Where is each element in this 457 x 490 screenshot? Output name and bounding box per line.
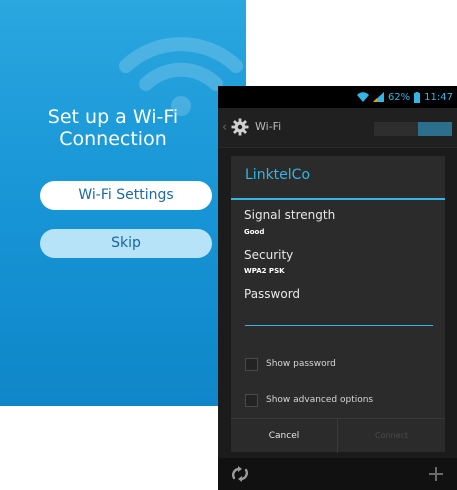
wifi-signal-icon <box>356 92 369 102</box>
cancel-button[interactable]: Cancel <box>231 419 338 453</box>
action-bar-title: Wi-Fi <box>255 120 282 133</box>
connect-button[interactable]: Connect <box>338 419 445 453</box>
wifi-toggle-switch[interactable] <box>374 122 452 136</box>
show-password-label: Show password <box>266 359 336 369</box>
composite-screenshot: Set up a Wi-Fi Connection Wi-Fi Settings… <box>0 0 457 490</box>
show-advanced-label: Show advanced options <box>266 395 374 405</box>
scan-icon[interactable] <box>230 465 250 483</box>
status-bar: 62% 11:47 <box>218 86 457 108</box>
battery-percent: 62% <box>387 91 411 103</box>
signal-strength-value: Good <box>244 228 265 236</box>
show-advanced-checkbox[interactable] <box>245 393 258 407</box>
battery-icon <box>414 91 421 103</box>
wifi-settings-button[interactable]: Wi-Fi Settings <box>40 181 212 210</box>
password-label: Password <box>244 287 301 301</box>
setup-title-line-1: Set up a Wi-Fi <box>47 106 179 128</box>
status-indicators: 62% 11:47 <box>356 90 453 104</box>
show-password-checkbox[interactable] <box>245 357 258 371</box>
show-advanced-checkbox-row[interactable]: Show advanced options <box>245 392 373 408</box>
dialog-network-name: LinktelCo <box>245 167 311 183</box>
security-label: Security <box>244 248 294 262</box>
show-password-checkbox-row[interactable]: Show password <box>245 356 336 372</box>
wifi-connect-dialog: LinktelCo Signal strength Good Security … <box>231 156 445 453</box>
android-wifi-screen: 62% 11:47 ‹ Wi-Fi LinktelCo Signal stren… <box>218 86 457 490</box>
skip-button[interactable]: Skip <box>40 229 212 258</box>
dialog-title-divider <box>231 198 445 200</box>
settings-gear-icon[interactable] <box>231 118 249 136</box>
action-bar: ‹ Wi-Fi <box>218 108 457 148</box>
status-time: 11:47 <box>424 91 453 103</box>
dialog-button-bar: Cancel Connect <box>231 418 445 453</box>
back-caret-icon[interactable]: ‹ <box>222 120 227 135</box>
bottom-action-bar <box>218 458 457 490</box>
password-input[interactable] <box>245 304 433 326</box>
signal-strength-label: Signal strength <box>244 208 336 222</box>
cell-signal-icon <box>372 92 384 102</box>
setup-title-line-2: Connection <box>59 128 167 150</box>
security-value: WPA2 PSK <box>244 267 285 275</box>
setup-title: Set up a Wi-Fi Connection <box>0 106 226 150</box>
add-network-icon[interactable] <box>427 465 445 483</box>
wifi-setup-screen: Set up a Wi-Fi Connection Wi-Fi Settings… <box>0 0 246 406</box>
wifi-toggle-knob <box>418 122 452 136</box>
